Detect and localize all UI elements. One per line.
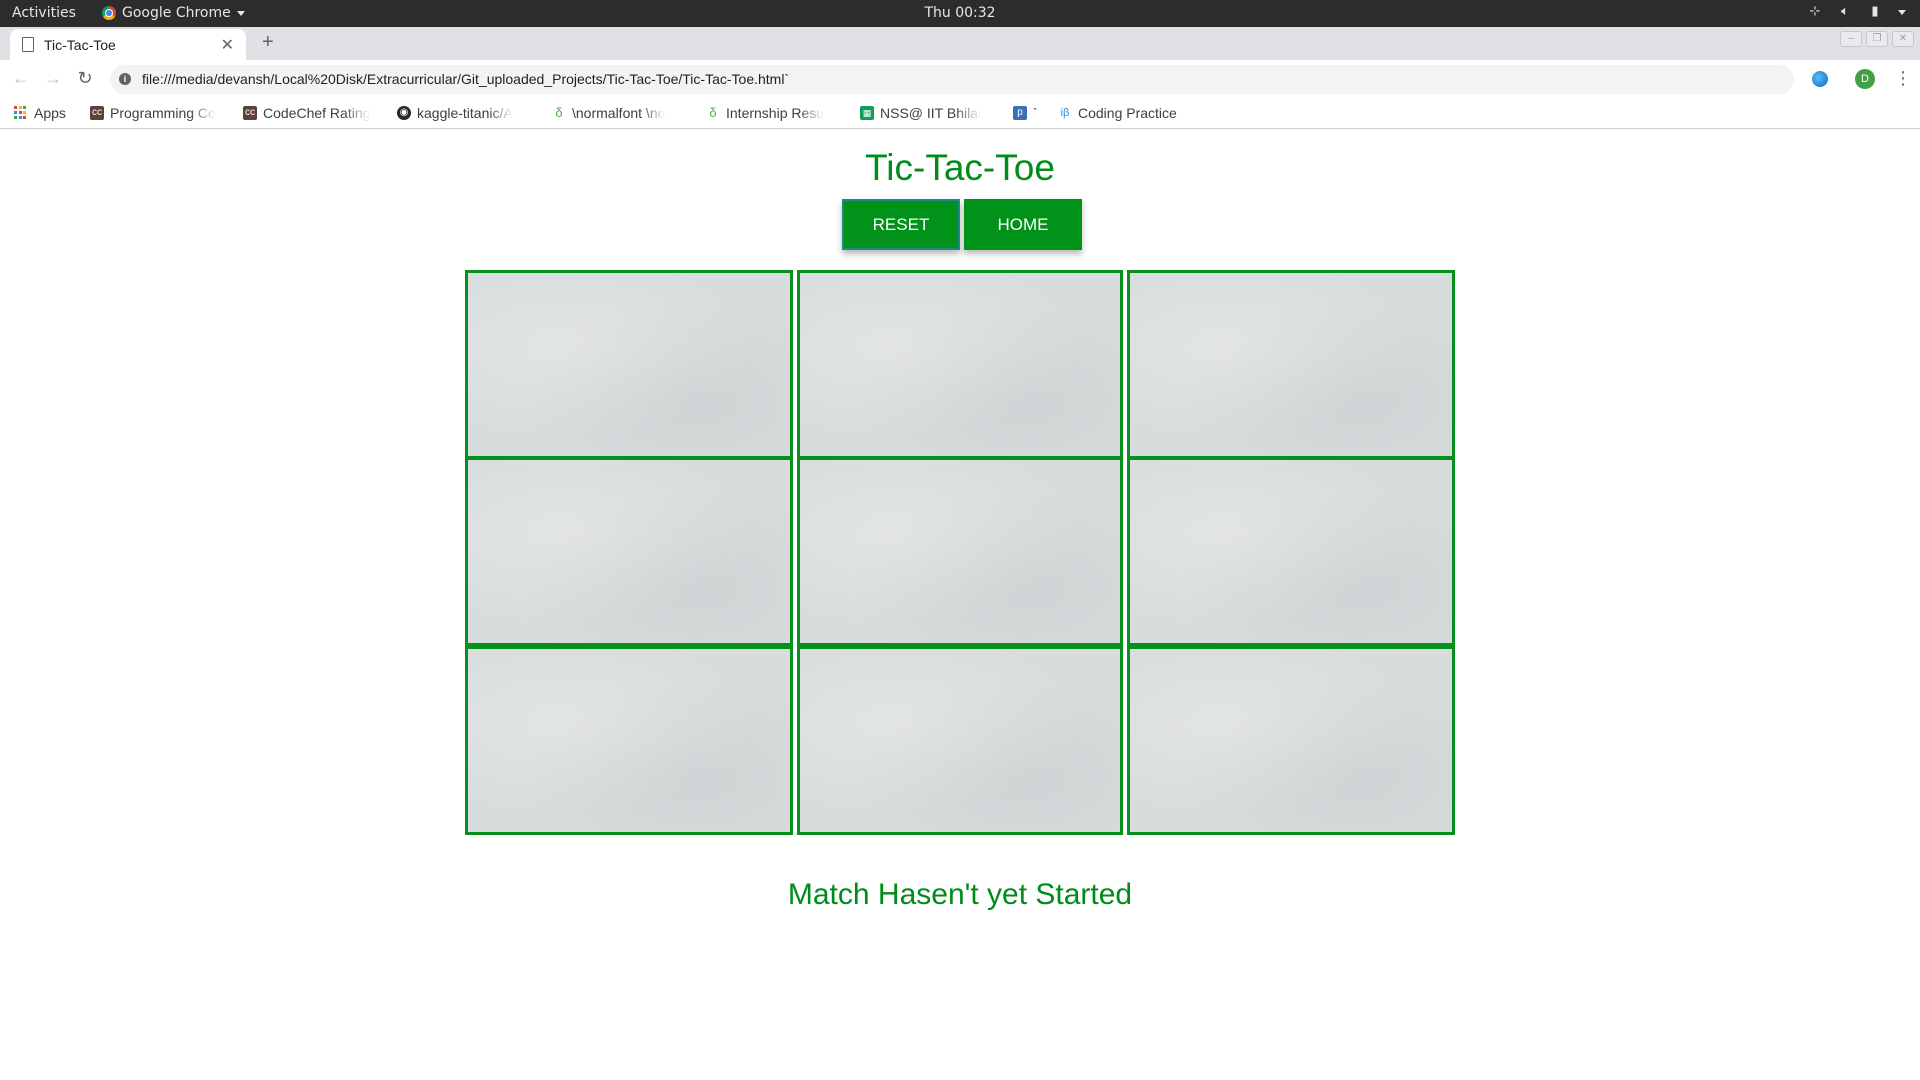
info-icon[interactable]: i bbox=[119, 73, 131, 85]
page-content: Tic-Tac-Toe RESET HOME Match Hasen't yet… bbox=[0, 129, 1920, 1080]
close-window-button[interactable]: ✕ bbox=[1892, 31, 1914, 47]
board-cell-1[interactable] bbox=[465, 270, 793, 459]
board-cell-9[interactable] bbox=[1127, 646, 1455, 835]
address-bar[interactable]: i file:///media/devansh/Local%20Disk/Ext… bbox=[110, 65, 1794, 94]
document-icon bbox=[22, 37, 34, 52]
app-menu-label: Google Chrome bbox=[122, 5, 231, 21]
volume-icon[interactable]: 🔈︎ bbox=[1838, 5, 1852, 19]
url-text: file:///media/devansh/Local%20Disk/Extra… bbox=[142, 71, 790, 87]
tab-tic-tac-toe[interactable]: Tic-Tac-Toe ✕ bbox=[10, 29, 246, 60]
home-button[interactable]: HOME bbox=[964, 199, 1082, 250]
bookmark-kaggle-titanic[interactable]: ◉ kaggle-titanic/A bbox=[397, 105, 533, 121]
new-tab-button[interactable]: + bbox=[262, 31, 274, 54]
github-icon: ◉ bbox=[397, 106, 411, 120]
codechef-icon: cc bbox=[243, 106, 257, 120]
activities-button[interactable]: Activities bbox=[12, 5, 76, 21]
browser-toolbar: ← → ↻ i file:///media/devansh/Local%20Di… bbox=[0, 60, 1920, 99]
match-status: Match Hasen't yet Started bbox=[787, 878, 1133, 911]
board-cell-7[interactable] bbox=[465, 646, 793, 835]
profile-avatar[interactable]: D bbox=[1855, 69, 1875, 89]
battery-icon[interactable]: ▮ bbox=[1868, 5, 1882, 19]
back-button[interactable]: ← bbox=[10, 68, 32, 89]
reload-button[interactable]: ↻ bbox=[74, 68, 96, 89]
interviewbit-icon: iβ bbox=[1060, 107, 1070, 119]
network-icon[interactable]: ⊹ bbox=[1808, 5, 1822, 19]
codechef-icon: cc bbox=[90, 106, 104, 120]
tab-title: Tic-Tac-Toe bbox=[44, 37, 116, 53]
extension-icon[interactable] bbox=[1812, 71, 1828, 87]
system-tray[interactable]: ⊹ 🔈︎ ▮ bbox=[1808, 5, 1906, 19]
chevron-down-icon[interactable] bbox=[1898, 9, 1906, 15]
bookmark-nss[interactable]: ▦ NSS@ IIT Bhilai bbox=[860, 105, 996, 121]
app-menu[interactable]: Google Chrome bbox=[102, 5, 245, 21]
board-cell-8[interactable] bbox=[797, 646, 1123, 835]
bookmark-coding-practice[interactable]: iβ Coding Practice bbox=[1058, 105, 1177, 121]
sheets-icon: ▦ bbox=[860, 106, 874, 120]
board-cell-3[interactable] bbox=[1127, 270, 1455, 459]
controls: RESET HOME bbox=[842, 199, 1082, 250]
board-cell-2[interactable] bbox=[797, 270, 1123, 459]
maximize-button[interactable]: ❐ bbox=[1866, 31, 1888, 47]
bookmark-normalfont[interactable]: δ \normalfont \no bbox=[552, 105, 688, 121]
bookmark-apps[interactable]: Apps bbox=[14, 105, 66, 121]
game-title: Tic-Tac-Toe bbox=[865, 147, 1055, 188]
window-controls: – ❐ ✕ bbox=[1840, 31, 1914, 47]
overleaf-icon: δ bbox=[555, 105, 563, 120]
board-cell-6[interactable] bbox=[1127, 457, 1455, 646]
minimize-button[interactable]: – bbox=[1840, 31, 1862, 47]
forward-button[interactable]: → bbox=[42, 68, 64, 89]
reset-button[interactable]: RESET bbox=[842, 199, 960, 250]
apps-grid-icon bbox=[14, 106, 28, 120]
game-board bbox=[465, 270, 1455, 835]
bookmark-internship[interactable]: δ Internship Resu bbox=[706, 105, 842, 121]
board-cell-4[interactable] bbox=[465, 457, 793, 646]
system-top-bar: Activities Google Chrome Thu 00:32 ⊹ 🔈︎ … bbox=[0, 0, 1920, 27]
chevron-down-icon bbox=[236, 10, 245, 16]
board-cell-5[interactable] bbox=[797, 457, 1123, 646]
clock[interactable]: Thu 00:32 bbox=[924, 5, 995, 21]
overleaf-icon: δ bbox=[709, 105, 717, 120]
bookmarks-bar: Apps cc Programming Co cc CodeChef Ratin… bbox=[0, 99, 1920, 129]
bookmark-programming[interactable]: cc Programming Co bbox=[90, 105, 226, 121]
bookmark-codechef-rating[interactable]: cc CodeChef Rating bbox=[243, 105, 379, 121]
tab-strip: Tic-Tac-Toe ✕ + – ❐ ✕ bbox=[0, 27, 1920, 60]
p-icon: p bbox=[1013, 106, 1027, 120]
bookmark-p[interactable]: p ` bbox=[1013, 105, 1043, 121]
chrome-icon bbox=[102, 6, 116, 20]
menu-icon[interactable]: ⋮ bbox=[1894, 68, 1912, 89]
close-icon[interactable]: ✕ bbox=[221, 35, 234, 55]
